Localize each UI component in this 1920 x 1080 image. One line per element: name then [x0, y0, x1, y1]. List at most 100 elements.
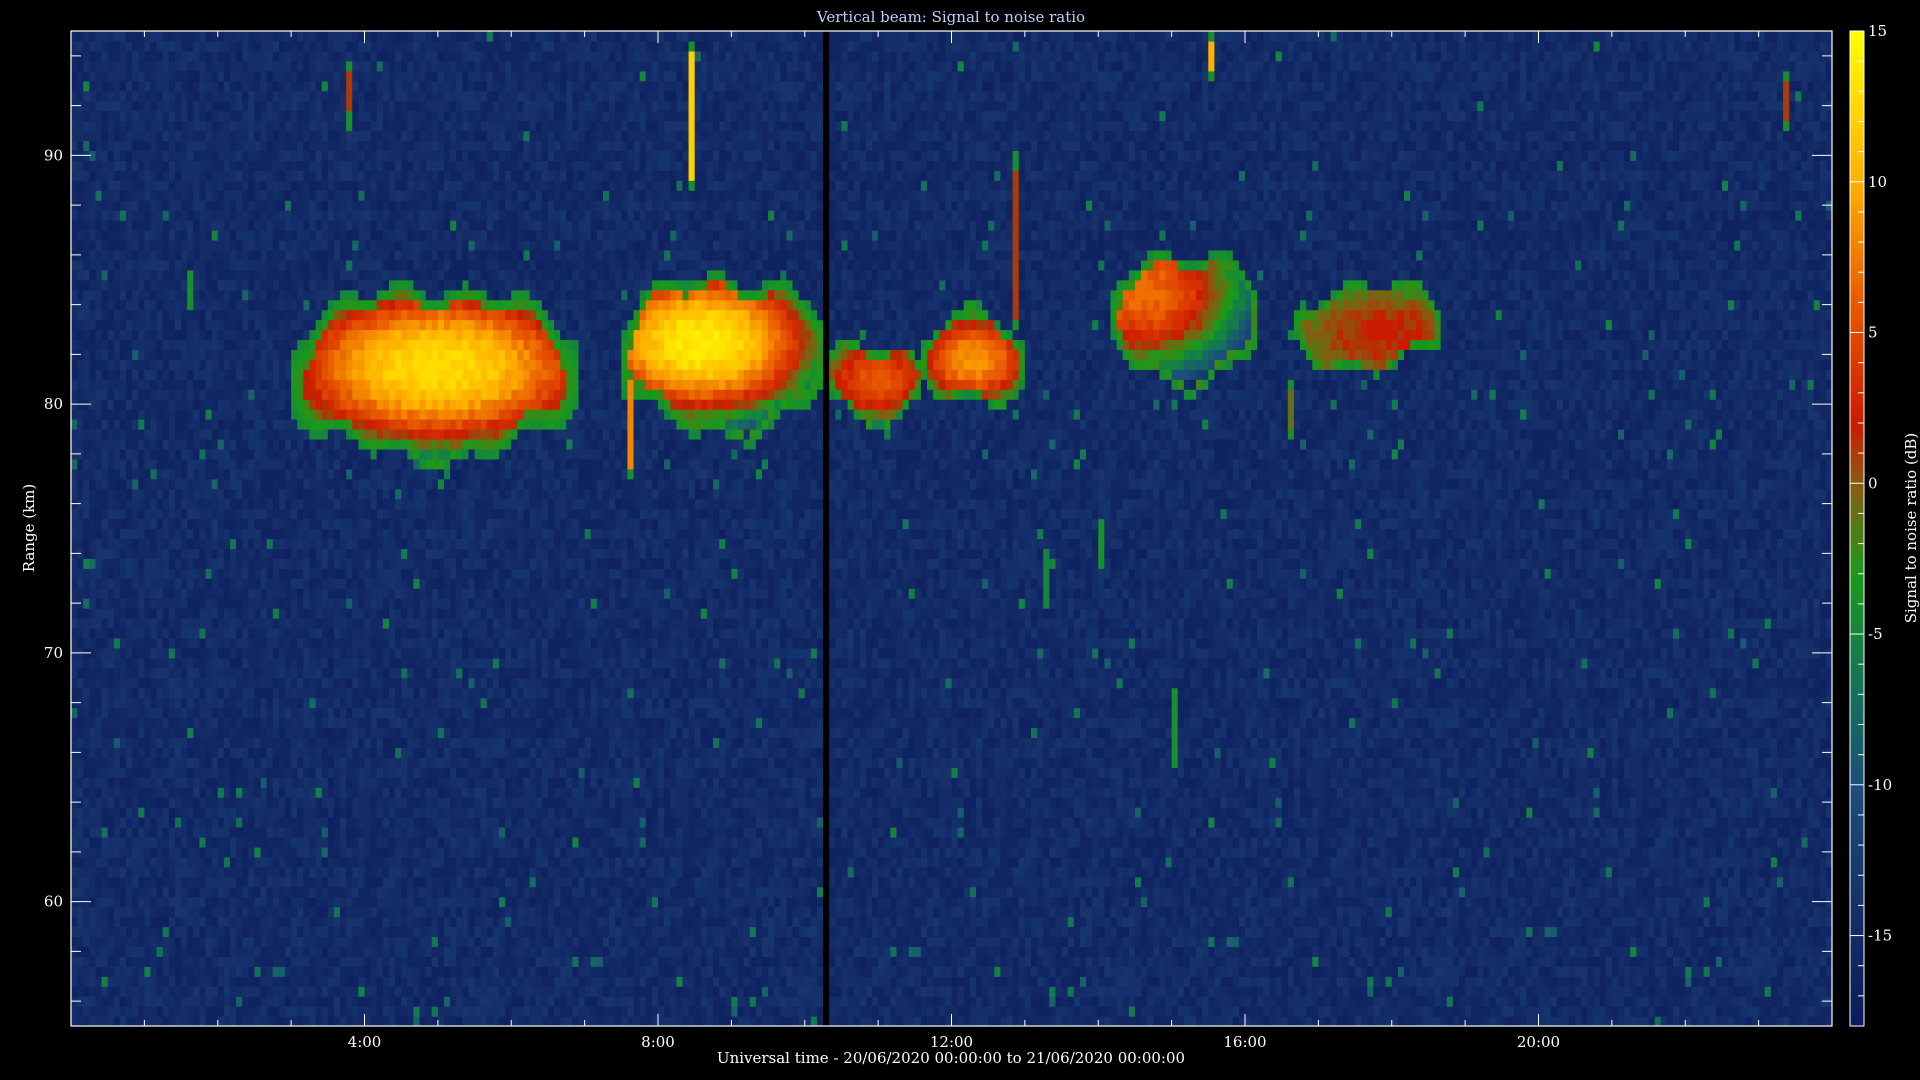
heatmap-cell: [181, 647, 188, 659]
heatmap-cell: [113, 120, 121, 132]
heatmap-cell: [223, 966, 231, 977]
heatmap-cell: [327, 50, 335, 62]
heatmap-cell: [272, 349, 280, 360]
heatmap-cell: [83, 996, 90, 1007]
heatmap-cell: [291, 986, 298, 997]
heatmap-cell: [266, 667, 274, 679]
heatmap-cell: [95, 239, 103, 251]
heatmap-cell: [126, 239, 133, 251]
heatmap-cell: [77, 438, 84, 450]
heatmap-cell: [181, 429, 188, 440]
heatmap-cell: [358, 478, 366, 490]
heatmap-cell: [126, 727, 133, 739]
heatmap-cell: [223, 309, 231, 321]
heatmap-cell: [278, 160, 286, 171]
heatmap-cell: [95, 230, 103, 241]
heatmap-cell: [309, 269, 317, 281]
heatmap-cell: [71, 787, 78, 798]
heatmap-cell: [254, 757, 262, 768]
heatmap-cell: [370, 379, 378, 390]
heatmap-cell: [107, 956, 115, 967]
heatmap-cell: [101, 588, 109, 599]
heatmap-cell: [223, 807, 231, 818]
heatmap-cell: [107, 110, 115, 122]
heatmap-cell: [358, 926, 366, 938]
heatmap-cell: [174, 349, 182, 360]
heatmap-cell: [364, 817, 372, 828]
heatmap-cell: [144, 50, 152, 62]
heatmap-cell: [162, 996, 170, 1007]
heatmap-cell: [217, 120, 225, 132]
heatmap-cell: [327, 40, 335, 52]
heatmap-cell: [174, 359, 182, 370]
heatmap-cell: [107, 150, 115, 161]
heatmap-cell: [254, 896, 262, 908]
heatmap-cell: [199, 230, 207, 251]
heatmap-cell: [346, 200, 353, 211]
heatmap-cell: [291, 936, 298, 947]
heatmap-cell: [193, 588, 200, 599]
heatmap-cell: [144, 886, 152, 898]
heatmap-cell: [291, 916, 298, 928]
heatmap-cell: [132, 588, 139, 599]
heatmap-cell: [248, 389, 256, 400]
heatmap-cell: [83, 856, 90, 868]
heatmap-cell: [327, 568, 335, 579]
heatmap-cell: [211, 856, 219, 868]
heatmap-cell: [254, 488, 262, 510]
heatmap-cell: [278, 797, 286, 808]
heatmap-cell: [236, 558, 243, 569]
heatmap-cell: [327, 558, 335, 569]
heatmap-cell: [83, 757, 90, 768]
heatmap-cell: [187, 836, 194, 848]
heatmap-cell: [181, 1016, 188, 1026]
heatmap-cell: [285, 727, 292, 739]
heatmap-cell: [187, 817, 194, 828]
heatmap-cell: [217, 269, 225, 281]
heatmap-cell: [346, 279, 353, 291]
heatmap-cell: [327, 289, 335, 301]
heatmap-cell: [150, 259, 158, 271]
heatmap-cell: [303, 409, 311, 420]
heatmap-cell: [229, 299, 237, 311]
heatmap-cell: [303, 876, 311, 888]
heatmap-cell: [113, 210, 121, 221]
heatmap-cell: [83, 966, 90, 977]
heatmap-cell: [352, 667, 359, 679]
heatmap-cell: [187, 966, 194, 977]
heatmap-cell: [113, 140, 121, 151]
heatmap-cell: [150, 598, 158, 609]
heatmap-cell: [126, 697, 133, 709]
heatmap-cell: [285, 807, 292, 818]
heatmap-cell: [174, 916, 182, 928]
heatmap-cell: [83, 916, 90, 928]
heatmap-cell: [321, 916, 329, 928]
heatmap-cell: [107, 120, 115, 132]
heatmap-cell: [205, 946, 213, 957]
heatmap-cell: [126, 339, 133, 350]
heatmap-cell: [199, 80, 207, 92]
heatmap-cell: [327, 707, 335, 729]
heatmap-cell: [346, 846, 353, 858]
heatmap-cell: [260, 329, 268, 341]
heatmap-cell: [126, 60, 133, 72]
heatmap-cell: [187, 379, 194, 390]
heatmap-cell: [229, 986, 237, 997]
heatmap-cell: [223, 697, 231, 709]
heatmap-cell: [193, 817, 200, 828]
heatmap-cell: [321, 230, 329, 241]
heatmap-cell: [303, 230, 311, 241]
heatmap-cell: [333, 737, 341, 748]
heatmap-cell: [358, 628, 366, 639]
heatmap-cell: [126, 448, 133, 460]
heatmap-cell: [211, 886, 219, 898]
heatmap-cell: [266, 966, 274, 977]
heatmap-cell: [156, 647, 164, 659]
heatmap-cell: [364, 628, 372, 639]
heatmap-cell: [71, 140, 78, 151]
heatmap-cell: [382, 618, 390, 629]
heatmap-cell: [229, 588, 237, 599]
heatmap-cell: [358, 906, 366, 918]
heatmap-cell: [205, 697, 213, 709]
heatmap-cell: [254, 797, 262, 808]
